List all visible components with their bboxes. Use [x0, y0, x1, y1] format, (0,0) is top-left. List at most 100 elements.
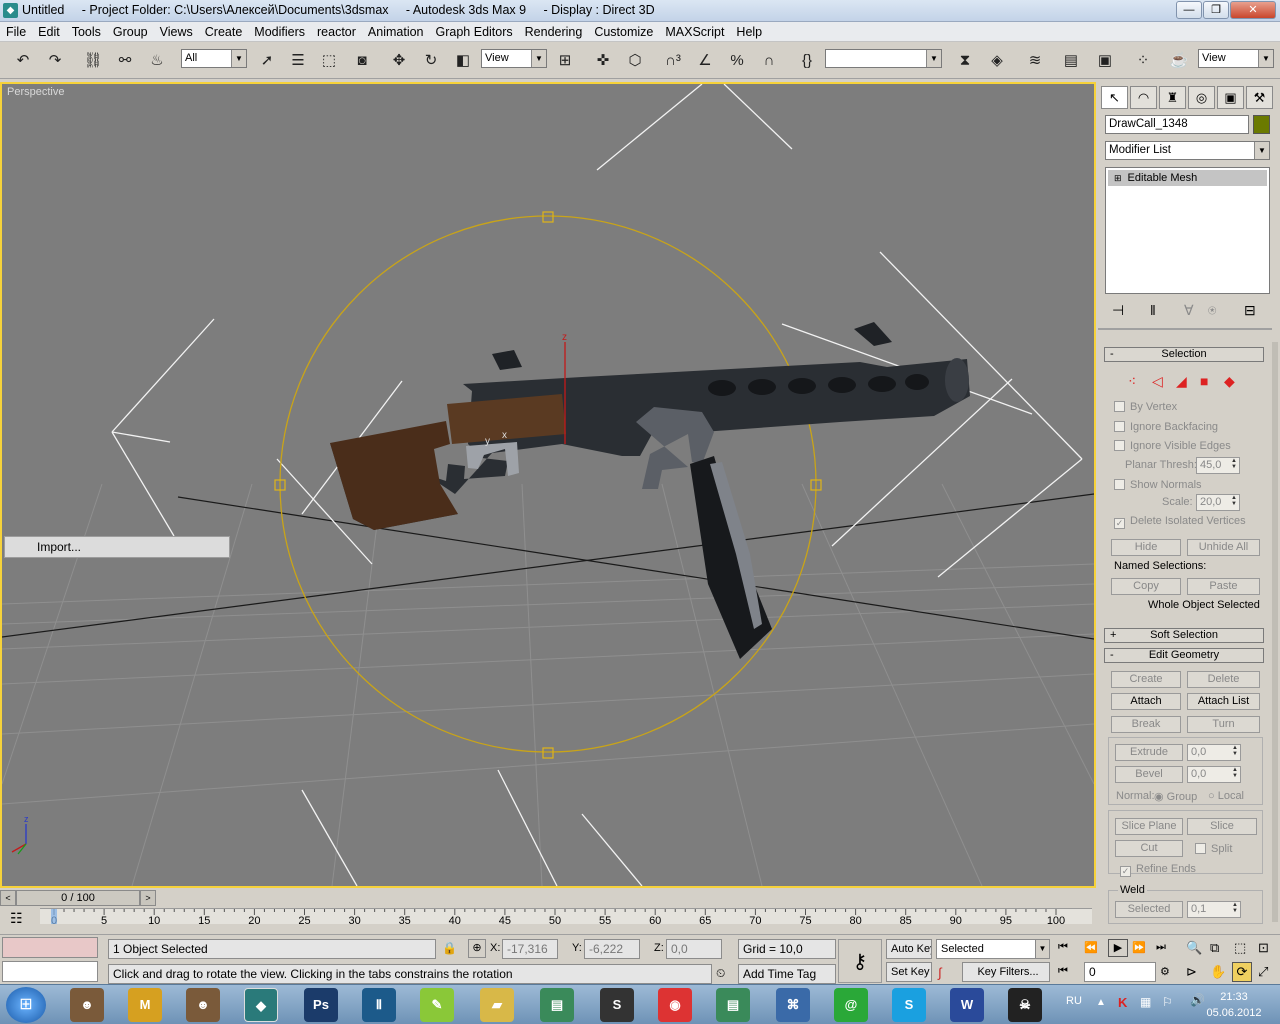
percent-snap-icon[interactable]: % [724, 48, 750, 74]
track-bar[interactable]: 0510152025303540455055606570758085909510… [40, 908, 1092, 927]
selection-rollout-header[interactable]: - Selection [1104, 347, 1264, 362]
edit-geometry-rollout-header[interactable]: - Edit Geometry [1104, 648, 1264, 663]
menu-group[interactable]: Group [107, 22, 154, 42]
weld-selected-button[interactable]: Selected [1115, 901, 1183, 918]
undo-icon[interactable]: ↶ [10, 48, 36, 74]
window-crossing-icon[interactable]: ◙ [349, 48, 375, 74]
cut-button[interactable]: Cut [1115, 840, 1183, 857]
clock-time[interactable]: 21:33 [1214, 991, 1254, 1003]
maximize-viewport-icon[interactable]: ⤢ [1258, 964, 1268, 980]
menu-help[interactable]: Help [730, 22, 768, 42]
input-language[interactable]: RU [1066, 995, 1082, 1007]
tray-flag-icon[interactable]: ⚐ [1162, 995, 1173, 1009]
panel-scrollbar[interactable] [1272, 342, 1278, 922]
taskbar-network-icon[interactable]: ⌘ [776, 988, 810, 1022]
menu-tools[interactable]: Tools [66, 22, 107, 42]
taskbar-photoshop-icon[interactable]: Ps [304, 988, 338, 1022]
bind-space-warp-icon[interactable]: ♨ [144, 48, 170, 74]
redo-icon[interactable]: ↷ [42, 48, 68, 74]
hierarchy-tab-icon[interactable]: ♜ [1159, 86, 1186, 109]
tray-network-icon[interactable]: ▦ [1140, 995, 1151, 1009]
go-to-end-icon[interactable]: ⏭ [1156, 941, 1166, 954]
tray-k-icon[interactable]: K [1118, 995, 1127, 1010]
select-object-icon[interactable]: ➚ [254, 48, 280, 74]
menu-maxscript[interactable]: MAXScript [659, 22, 730, 42]
element-subobject-icon[interactable]: ◆ [1224, 373, 1235, 390]
attach-list-button[interactable]: Attach List [1187, 693, 1260, 710]
key-mode-toggle-icon[interactable]: ⏮ [1058, 965, 1068, 978]
soft-selection-rollout-header[interactable]: + Soft Selection [1104, 628, 1264, 643]
taskbar-mfc-icon[interactable]: M [128, 988, 162, 1022]
zoom-extents-all-icon[interactable]: ⊡ [1258, 940, 1269, 956]
display-tab-icon[interactable]: ▣ [1217, 86, 1244, 109]
keyboard-shortcut-override-icon[interactable]: ⬡ [622, 48, 648, 74]
menu-modifiers[interactable]: Modifiers [248, 22, 311, 42]
ignore-visible-edges-checkbox[interactable]: Ignore Visible Edges [1114, 440, 1231, 452]
select-and-rotate-icon[interactable]: ↻ [418, 48, 444, 74]
render-scene-icon[interactable]: ☕ [1166, 48, 1192, 74]
menu-file[interactable]: File [0, 22, 32, 42]
taskbar-window-icon[interactable]: ▤ [540, 988, 574, 1022]
attach-button[interactable]: Attach [1111, 693, 1181, 710]
paste-button[interactable]: Paste [1187, 578, 1260, 595]
bevel-spinner[interactable]: 0,0 [1187, 766, 1241, 783]
zoom-all-icon[interactable]: ⧉ [1210, 940, 1219, 956]
create-tab-icon[interactable]: ↖ [1101, 86, 1128, 109]
absolute-mode-transform-icon[interactable]: ⊕ [468, 939, 486, 958]
menu-reactor[interactable]: reactor [311, 22, 362, 42]
select-and-link-icon[interactable]: ⛓ [80, 48, 106, 74]
set-key-button[interactable]: Set Key [886, 962, 932, 982]
motion-tab-icon[interactable]: ◎ [1188, 86, 1215, 109]
field-of-view-icon[interactable]: ⊳ [1186, 964, 1197, 980]
taskbar-s-icon[interactable]: S [600, 988, 634, 1022]
bevel-button[interactable]: Bevel [1115, 766, 1183, 783]
time-slider-thumb[interactable]: 0 / 100 [16, 890, 140, 906]
snaps-toggle-icon[interactable]: ∩³ [660, 48, 686, 74]
taskbar-game-icon[interactable]: ☻ [70, 988, 104, 1022]
minimize-button[interactable]: — [1176, 1, 1202, 19]
slice-plane-button[interactable]: Slice Plane [1115, 818, 1183, 835]
delete-isolated-vertices-checkbox[interactable]: ✓ Delete Isolated Vertices [1114, 515, 1246, 529]
split-checkbox[interactable]: Split [1195, 843, 1232, 855]
menu-animation[interactable]: Animation [362, 22, 430, 42]
default-in-out-tangents-icon[interactable]: ∫ [938, 965, 942, 980]
curve-editor-icon[interactable]: ▤ [1058, 48, 1084, 74]
menu-customize[interactable]: Customize [588, 22, 659, 42]
taskbar-skull-icon[interactable]: ☠ [1008, 988, 1042, 1022]
taskbar-3dsmax-icon[interactable]: ◆ [244, 988, 278, 1022]
extrude-button[interactable]: Extrude [1115, 744, 1183, 761]
material-editor-icon[interactable]: ⁘ [1130, 48, 1156, 74]
unhide-all-button[interactable]: Unhide All [1187, 539, 1260, 556]
y-coordinate-field[interactable]: -6,222 [584, 939, 640, 959]
normal-local-radio[interactable]: ○ Local [1208, 790, 1244, 802]
current-time-marker[interactable] [51, 909, 57, 924]
previous-frame-icon[interactable]: ⏪ [1084, 941, 1098, 954]
extrude-spinner[interactable]: 0,0 [1187, 744, 1241, 761]
open-mini-curve-editor-icon[interactable]: ☷ [10, 910, 23, 927]
ignore-backfacing-checkbox[interactable]: Ignore Backfacing [1114, 421, 1218, 433]
arc-rotate-icon[interactable]: ⟳ [1232, 962, 1252, 982]
menu-create[interactable]: Create [199, 22, 249, 42]
spinner-snap-icon[interactable]: ∩ [756, 48, 782, 74]
clock-date[interactable]: 05.06.2012 [1200, 1007, 1268, 1019]
add-time-tag-button[interactable]: Add Time Tag [738, 964, 836, 984]
modify-tab-icon[interactable]: ◠ [1130, 86, 1157, 109]
refine-ends-checkbox[interactable]: ✓ Refine Ends [1120, 863, 1196, 877]
time-slider-right-arrow[interactable]: > [140, 890, 156, 906]
menu-edit[interactable]: Edit [32, 22, 66, 42]
edit-named-selection-icon[interactable]: {} [794, 48, 820, 74]
face-subobject-icon[interactable]: ◢ [1176, 373, 1187, 390]
delete-button[interactable]: Delete [1187, 671, 1260, 688]
taskbar-app-icon[interactable]: Ⅱ [362, 988, 396, 1022]
layer-manager-icon[interactable]: ≋ [1022, 48, 1048, 74]
menu-graph-editors[interactable]: Graph Editors [430, 22, 519, 42]
viewport-label[interactable]: Perspective [7, 86, 64, 98]
edge-subobject-icon[interactable]: ◁ [1152, 373, 1163, 390]
turn-button[interactable]: Turn [1187, 716, 1260, 733]
modifier-list-dropdown[interactable]: Modifier List ▼ [1105, 141, 1270, 160]
by-vertex-checkbox[interactable]: By Vertex [1114, 401, 1177, 413]
pivot-center-icon[interactable]: ⊞ [552, 48, 578, 74]
hide-button[interactable]: Hide [1111, 539, 1181, 556]
reference-coordinate-dropdown[interactable]: View ▼ [481, 49, 547, 68]
rectangular-selection-icon[interactable]: ⬚ [316, 48, 342, 74]
